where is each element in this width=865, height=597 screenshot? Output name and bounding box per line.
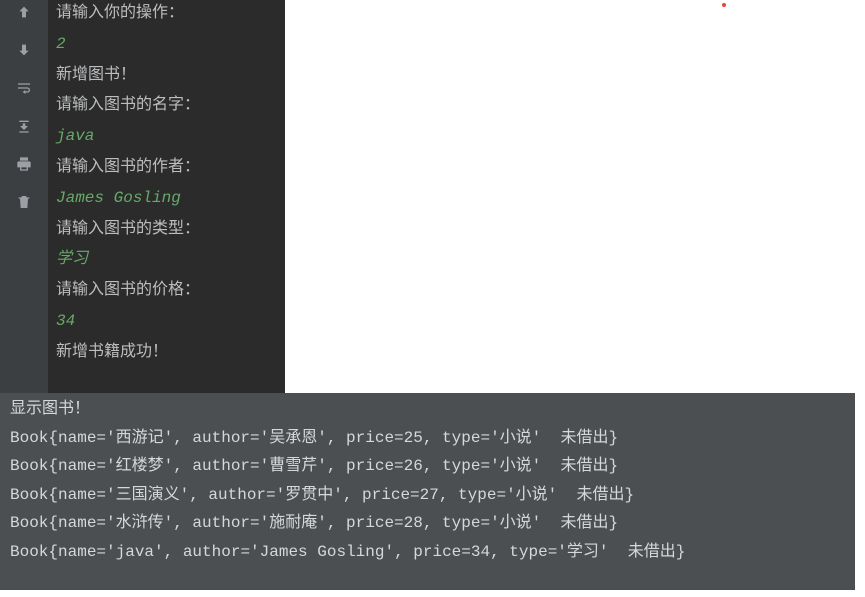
console-prompt-line: 请输入你的操作： bbox=[56, 5, 277, 22]
console-prompt-line: 请输入图书的作者： bbox=[56, 159, 277, 176]
output-header: 显示图书！ bbox=[10, 401, 845, 419]
print-icon[interactable] bbox=[14, 154, 34, 174]
console-output-panel: 显示图书！ Book{name='西游记', author='吴承恩', pri… bbox=[0, 393, 855, 590]
console-user-input: 2 bbox=[56, 36, 277, 53]
console-prompt-line: 请输入图书的名字： bbox=[56, 97, 277, 114]
book-output-row: Book{name='java', author='James Gosling'… bbox=[10, 544, 845, 562]
red-indicator-dot bbox=[722, 3, 726, 7]
console-prompt-line: 请输入图书的类型： bbox=[56, 221, 277, 238]
console-gutter bbox=[0, 0, 48, 393]
soft-wrap-icon[interactable] bbox=[14, 78, 34, 98]
trash-icon[interactable] bbox=[14, 192, 34, 212]
console-input-panel: 请输入你的操作： 2 新增图书！ 请输入图书的名字： java 请输入图书的作者： Jame… bbox=[48, 0, 285, 393]
blank-area bbox=[285, 0, 865, 393]
console-user-input: java bbox=[56, 128, 277, 145]
console-user-input: 学习 bbox=[56, 251, 277, 268]
console-user-input: 34 bbox=[56, 313, 277, 330]
console-user-input: James Gosling bbox=[56, 190, 277, 207]
console-prompt-line: 新增书籍成功！ bbox=[56, 344, 277, 361]
book-output-row: Book{name='红楼梦', author='曹雪芹', price=26,… bbox=[10, 458, 845, 476]
book-output-row: Book{name='水浒传', author='施耐庵', price=28,… bbox=[10, 515, 845, 533]
scroll-to-end-icon[interactable] bbox=[14, 116, 34, 136]
book-output-row: Book{name='西游记', author='吴承恩', price=25,… bbox=[10, 430, 845, 448]
console-prompt-line: 新增图书！ bbox=[56, 67, 277, 84]
console-prompt-line: 请输入图书的价格： bbox=[56, 282, 277, 299]
arrow-up-icon[interactable] bbox=[14, 2, 34, 22]
book-output-row: Book{name='三国演义', author='罗贯中', price=27… bbox=[10, 487, 845, 505]
arrow-down-icon[interactable] bbox=[14, 40, 34, 60]
